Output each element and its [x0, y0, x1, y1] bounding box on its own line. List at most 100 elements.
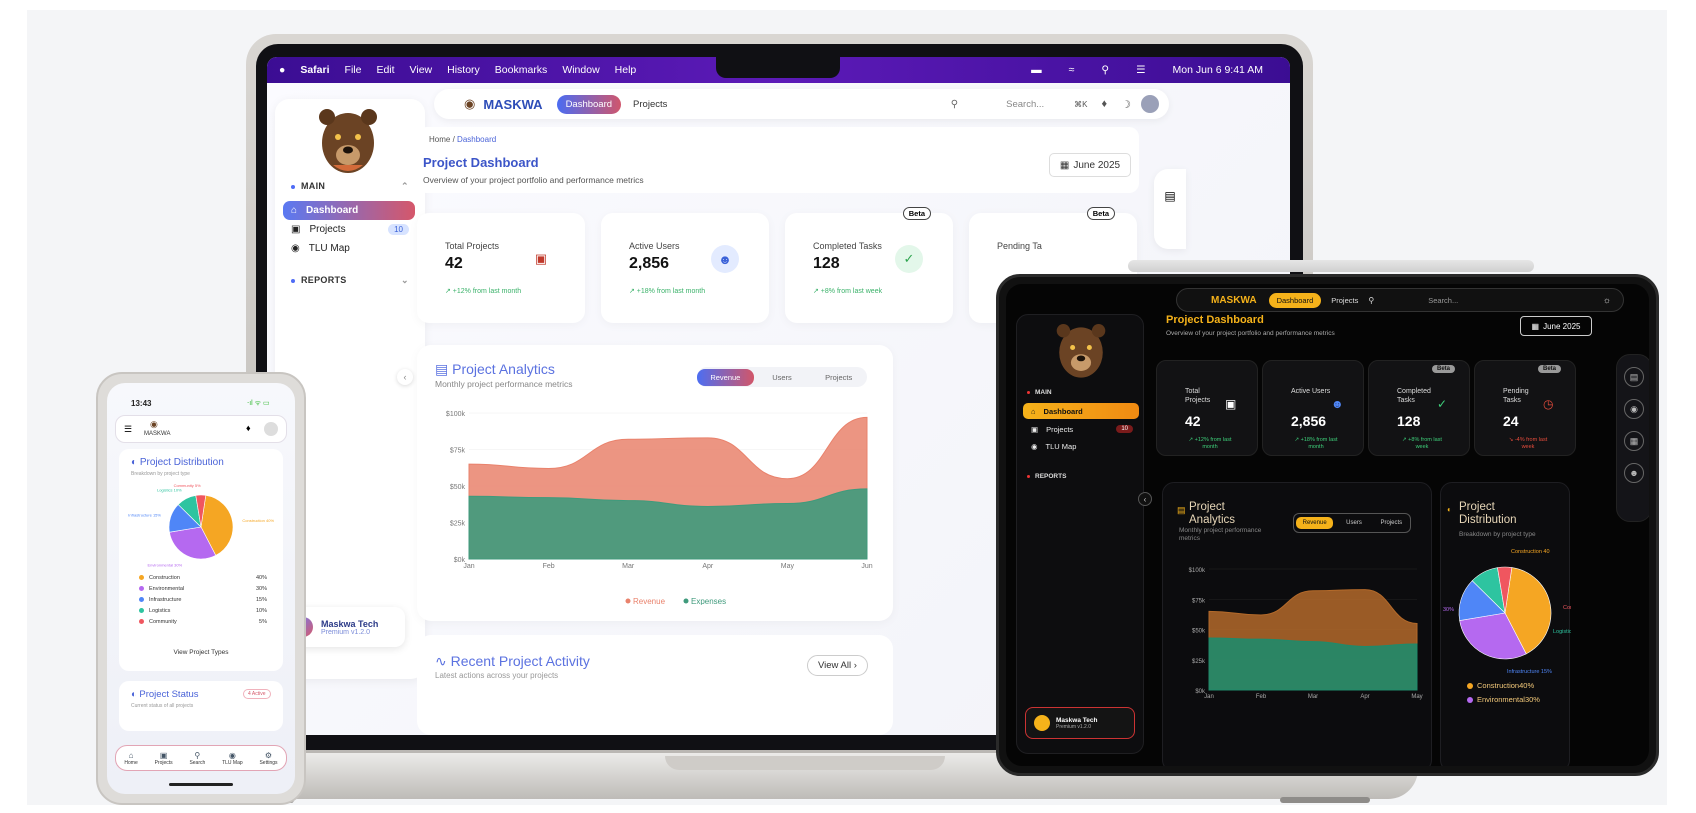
pie-label: Construction 40%	[242, 518, 274, 523]
menu-bookmarks[interactable]: Bookmarks	[495, 64, 548, 76]
tab-users[interactable]: Users	[1335, 520, 1372, 526]
tab-projects[interactable]: Projects	[1373, 520, 1410, 526]
notification-icon[interactable]: ♦	[246, 423, 251, 433]
date-picker-button[interactable]: ▦ June 2025	[1520, 316, 1592, 336]
theme-toggle-icon[interactable]: ☼	[1603, 295, 1611, 305]
laptop-lip	[665, 756, 945, 770]
sidebar-item-dashboard[interactable]: ⌂ Dashboard	[283, 201, 415, 220]
y-tick-label: $50k	[450, 484, 466, 491]
date-picker-button[interactable]: ▦ June 2025	[1049, 153, 1131, 177]
notification-icon[interactable]: ♦	[1102, 98, 1108, 110]
nav-search[interactable]: ⚲ Search	[189, 751, 205, 766]
nav-settings[interactable]: ⚙ Settings	[259, 751, 277, 766]
avatar[interactable]	[1141, 95, 1159, 113]
document-icon[interactable]: ▤	[1154, 189, 1186, 203]
user-name: Maskwa Tech	[321, 618, 379, 629]
stat-value: 2,856	[1291, 413, 1327, 429]
spotlight-icon[interactable]: ⚲	[1101, 64, 1109, 76]
tablet-screen: MAIN ⌂ Dashboard ▣ Projects 10 ◉ TLU Map REP…	[1006, 284, 1649, 766]
search-input[interactable]: Search...	[1428, 296, 1458, 305]
right-toolbar: ▤ ◉ ▦ ☻	[1616, 354, 1649, 522]
page-title: Project Dashboard	[1166, 314, 1264, 326]
phone-status-card: ◐ Project Status Current status of all p…	[119, 681, 283, 731]
tab-projects[interactable]: Projects	[810, 373, 867, 382]
menu-app[interactable]: Safari	[300, 64, 329, 76]
section-reports[interactable]: REPORTS	[1027, 473, 1066, 480]
gear-icon: ⚙	[264, 750, 273, 760]
legend-construction: Construction40%	[1467, 681, 1534, 690]
phone-top-bar: ☰ ◉ MASKWA ♦	[115, 415, 287, 443]
menu-view[interactable]: View	[410, 64, 433, 76]
sidebar-item-tlu-map[interactable]: ◉ TLU Map	[1023, 438, 1139, 454]
tab-projects[interactable]: Projects	[633, 99, 667, 110]
apple-icon[interactable]: ●	[279, 64, 285, 76]
tab-dashboard[interactable]: Dashboard	[1268, 292, 1322, 308]
pie-icon: ◐	[131, 457, 140, 468]
collapse-sidebar-button[interactable]: ‹	[397, 369, 413, 385]
battery-icon[interactable]: ▬	[1031, 64, 1042, 76]
search-input[interactable]: Search...	[1006, 99, 1044, 110]
crumb-home[interactable]: Home	[429, 135, 450, 144]
collapse-sidebar-button[interactable]: ‹	[1138, 492, 1152, 506]
nav-home[interactable]: ⌂ Home	[124, 751, 137, 766]
sidebar-item-dashboard[interactable]: ⌂ Dashboard	[1023, 403, 1139, 419]
sidebar-item-projects[interactable]: ▣ Projects 10	[283, 220, 415, 239]
y-tick-label: $75k	[1192, 598, 1206, 604]
theme-toggle-icon[interactable]: ☽	[1121, 98, 1131, 111]
legend-item-construction: Construction 40%	[139, 575, 267, 581]
view-all-button[interactable]: View All ›	[807, 655, 868, 676]
calendar-icon[interactable]: ▦	[1624, 431, 1644, 451]
laptop-foot	[1280, 797, 1370, 803]
stat-change: ↘ -4% from last week	[1508, 437, 1548, 451]
menu-history[interactable]: History	[447, 64, 480, 76]
pie-chart: Construction 40 Com Logistic Infrastructure…	[1443, 549, 1571, 675]
legend-item-logistics: Logistics 10%	[139, 608, 267, 614]
tab-projects[interactable]: Projects	[1331, 296, 1358, 305]
tab-users[interactable]: Users	[754, 373, 811, 382]
menu-icon[interactable]: ☰	[124, 424, 132, 435]
tablet-distribution-card: ◐ Project Distribution Breakdown by proj…	[1440, 482, 1571, 766]
pie-chart: Construction 40% Environmental 30% Infrast…	[128, 483, 274, 568]
phone-dist-subtitle: Breakdown by project type	[131, 471, 190, 477]
users-icon[interactable]: ☻	[1624, 463, 1644, 483]
section-reports[interactable]: REPORTS ⌄	[291, 275, 409, 285]
avatar[interactable]	[264, 422, 278, 436]
section-main[interactable]: MAIN	[1027, 389, 1052, 396]
brand-name[interactable]: MASKWA	[483, 97, 542, 112]
users-icon: ☻	[1331, 397, 1344, 411]
avatar	[1034, 715, 1050, 731]
tab-revenue[interactable]: Revenue	[1296, 517, 1334, 529]
tab-dashboard[interactable]: Dashboard	[556, 94, 622, 114]
stat-label: Completed Tasks	[813, 241, 882, 251]
analytics-title: Project Analytics	[1189, 501, 1236, 526]
pie-label: Infrastructure 15%	[128, 512, 161, 517]
menu-file[interactable]: File	[345, 64, 362, 76]
menu-edit[interactable]: Edit	[376, 64, 394, 76]
wifi-icon[interactable]: ≈	[1069, 64, 1075, 76]
tablet-sidebar: MAIN ⌂ Dashboard ▣ Projects 10 ◉ TLU Map REP…	[1016, 314, 1144, 754]
home-indicator	[169, 783, 233, 786]
phone-status-subtitle: Current status of all projects	[131, 703, 194, 709]
section-main[interactable]: MAIN ⌃	[291, 181, 409, 191]
x-tick-label: Feb	[1256, 694, 1267, 700]
view-project-types-button[interactable]: View Project Types	[119, 649, 283, 656]
stat-card-completed-tasks: Beta Completed Tasks ✓ 128 ↗ +8% from la…	[1368, 360, 1470, 456]
sidebar-item-projects[interactable]: ▣ Projects 10	[1023, 421, 1139, 437]
x-tick-label: Mar	[1308, 694, 1318, 700]
nav-projects[interactable]: ▣ Projects	[155, 751, 173, 766]
menu-window[interactable]: Window	[562, 64, 599, 76]
tab-revenue[interactable]: Revenue	[697, 368, 754, 386]
brand-name[interactable]: MASKWA	[1211, 295, 1257, 306]
document-icon[interactable]: ▤	[1624, 367, 1644, 387]
control-center-icon[interactable]: ☰	[1136, 64, 1145, 76]
user-card[interactable]: Maskwa Tech Premium v1.2.0	[1025, 707, 1135, 739]
legend-marker	[683, 598, 689, 604]
map-pin-icon[interactable]: ◉	[1624, 399, 1644, 419]
menu-help[interactable]: Help	[615, 64, 637, 76]
nav-tlu-map[interactable]: ◉ TLU Map	[222, 751, 243, 766]
search-icon[interactable]: ⚲	[1368, 296, 1374, 305]
briefcase-icon: ▣	[534, 251, 548, 266]
stat-label: Pending Ta	[997, 241, 1042, 251]
search-icon[interactable]: ⚲	[951, 99, 958, 110]
sidebar-item-tlu-map[interactable]: ◉ TLU Map	[283, 239, 415, 258]
